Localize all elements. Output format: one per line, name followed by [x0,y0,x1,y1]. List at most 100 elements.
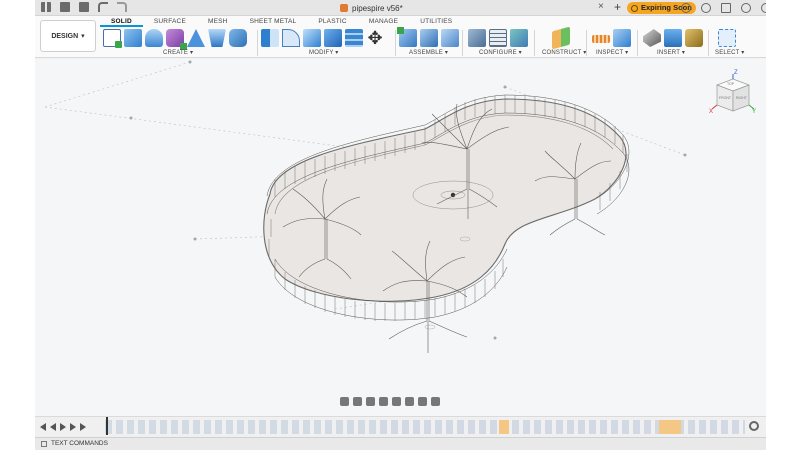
form-icon[interactable] [166,29,187,50]
pyramid-icon[interactable] [187,29,205,47]
go-to-end-icon[interactable] [80,423,86,431]
tab-solid[interactable]: SOLID [100,17,143,27]
tab-manage[interactable]: MANAGE [358,17,409,27]
undo-icon[interactable] [98,2,108,12]
timeline [35,416,766,437]
navigation-bar [340,397,440,406]
ribbon-tabs: SOLID SURFACE MESH SHEET METAL PLASTIC M… [100,17,463,27]
group-select[interactable]: SELECT ▾ [715,49,745,56]
view-cube-graphic [711,74,755,112]
group-insert[interactable]: INSERT ▾ [657,49,685,56]
split-body-icon[interactable] [345,29,363,47]
select-icon[interactable] [718,29,736,47]
timeline-feature-highlight[interactable] [659,420,681,434]
timeline-controls [40,423,86,431]
tab-mesh[interactable]: MESH [197,17,239,27]
pan-icon[interactable] [366,397,375,406]
timeline-feature-highlight[interactable] [499,420,509,434]
close-tab-icon[interactable]: × [598,1,604,12]
look-at-icon[interactable] [353,397,362,406]
axis-x-label: X [709,109,714,115]
group-modify[interactable]: MODIFY ▾ [309,49,339,56]
view-cube[interactable]: Z X Y TOP FRONT RIGHT [709,70,757,117]
data-panel-icon[interactable] [41,2,51,12]
extrude-icon[interactable] [124,29,142,47]
face-top-label[interactable]: TOP [727,82,734,86]
insert-derive-icon[interactable] [643,29,661,47]
combine-icon[interactable] [324,29,342,47]
revolve-icon[interactable] [145,29,163,47]
face-right-label[interactable]: RIGHT [736,96,747,100]
viewports-icon[interactable] [431,397,440,406]
change-parameters-icon[interactable] [468,29,486,47]
tab-utilities[interactable]: UTILITIES [409,17,463,27]
timeline-track[interactable] [105,420,745,434]
file-icon[interactable] [60,2,70,12]
ribbon-divider [637,30,638,56]
joint-icon[interactable] [420,29,438,47]
fillet-icon[interactable] [282,29,300,47]
title-bar: pipespire v56* × + Expiring Soon [35,0,766,16]
save-icon[interactable] [79,2,89,12]
new-component-icon[interactable] [397,27,417,47]
tab-plastic[interactable]: PLASTIC [307,17,358,27]
grid-settings-icon[interactable] [418,397,427,406]
face-front-label[interactable]: FRONT [719,96,731,100]
tab-sheet-metal[interactable]: SHEET METAL [239,17,308,27]
insert-mcmaster-icon[interactable] [685,29,703,47]
notifications-icon[interactable] [721,3,731,13]
extensions-icon[interactable] [681,3,691,13]
tab-surface[interactable]: SURFACE [143,17,197,27]
chevron-down-icon: ▾ [81,33,85,40]
account-icons [681,3,766,13]
text-commands-bar[interactable]: TEXT COMMANDS [35,437,766,450]
group-construct[interactable]: CONSTRUCT ▾ [542,49,586,56]
help-icon[interactable] [741,3,751,13]
ribbon-divider [257,30,258,56]
model-drawing [44,60,687,353]
text-commands-label: TEXT COMMANDS [51,440,108,447]
canvas-viewport[interactable]: Z X Y TOP FRONT RIGHT [35,59,766,416]
configuration-table-icon[interactable] [489,29,507,47]
configure-model-icon[interactable] [510,29,528,47]
document-tab[interactable]: pipespire v56* [340,0,403,16]
ribbon-divider [462,30,463,56]
axis-y-label: Y [752,109,757,115]
redo-icon[interactable] [117,2,127,12]
timeline-marker[interactable] [106,417,108,435]
group-create[interactable]: CREATE ▾ [163,49,193,56]
account-avatar-icon[interactable] [761,3,766,13]
title-bar-icons [41,2,127,12]
ribbon-divider [395,30,396,56]
insert-canvas-icon[interactable] [664,29,682,47]
display-settings-icon[interactable] [405,397,414,406]
group-inspect[interactable]: INSPECT ▾ [596,49,628,56]
create-sketch-icon[interactable] [103,29,122,48]
workspace-switcher[interactable]: DESIGN ▾ [40,20,96,52]
shell-icon[interactable] [303,29,321,47]
go-to-start-icon[interactable] [40,423,46,431]
move-icon[interactable]: ✥ [366,29,384,47]
as-built-joint-icon[interactable] [441,29,459,47]
fit-icon[interactable] [392,397,401,406]
zoom-icon[interactable] [379,397,388,406]
step-forward-icon[interactable] [70,423,76,431]
step-back-icon[interactable] [50,423,56,431]
timeline-settings-gear-icon[interactable] [749,421,759,431]
offset-plane-icon[interactable] [552,26,570,50]
pattern-icon[interactable] [229,29,247,47]
interference-icon[interactable] [613,29,631,47]
workspace-label: DESIGN [51,32,79,40]
loft-icon[interactable] [208,29,226,47]
new-tab-icon[interactable]: + [614,0,621,14]
press-pull-icon[interactable] [261,29,279,47]
play-icon[interactable] [60,423,66,431]
inspect-tools [592,29,631,49]
expand-icon[interactable] [41,441,47,447]
group-configure[interactable]: CONFIGURE ▾ [479,49,522,56]
job-status-icon[interactable] [701,3,711,13]
group-assemble[interactable]: ASSEMBLE ▾ [409,49,448,56]
orbit-icon[interactable] [340,397,349,406]
measure-icon[interactable] [592,35,610,43]
construct-tools [552,26,570,50]
